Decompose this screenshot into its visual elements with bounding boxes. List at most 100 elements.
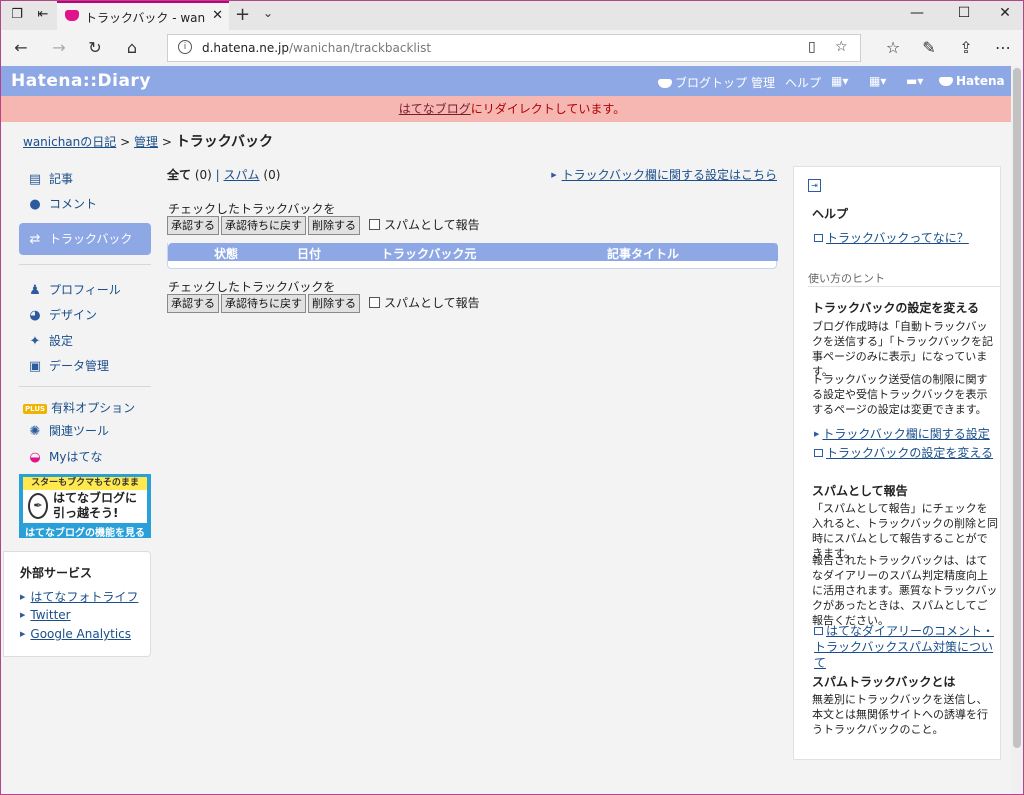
forward-icon[interactable]: → xyxy=(47,37,71,59)
delete-button[interactable]: 削除する xyxy=(308,294,360,313)
sidebar-item-profile[interactable]: ♟ プロフィール xyxy=(19,281,151,305)
bulk-action-row-top: 承認する 承認待ちに戻す 削除する スパムとして報告 xyxy=(167,216,480,236)
delete-button[interactable]: 削除する xyxy=(308,216,360,235)
help-section-settings-title: トラックバックの設定を変える xyxy=(812,301,980,315)
browser-window: ❐ ⇤ トラックバック - wanichan( ✕ + ⌄ — ☐ ✕ ← → … xyxy=(0,0,1024,795)
sidebar-item-tools[interactable]: ✺ 関連ツール xyxy=(19,422,151,446)
page-content: wanichanの日記 > 管理 > トラックバック ▤ 記事 ● コメント ⇄ トラ… xyxy=(1,122,1023,794)
hatena-blog-link[interactable]: はてなブログ xyxy=(399,102,471,116)
collapse-panel-icon[interactable]: ⇥ xyxy=(808,179,821,192)
palette-icon: ◕ xyxy=(29,308,41,323)
notification-icon[interactable]: ▬▾ xyxy=(906,74,923,88)
share-icon[interactable]: ⇪ xyxy=(954,37,978,59)
more-icon[interactable]: ⋯ xyxy=(991,37,1015,59)
approve-button[interactable]: 承認する xyxy=(167,216,219,235)
url-text: d.hatena.ne.jp/wanichan/trackbacklist xyxy=(202,41,432,55)
refresh-icon[interactable]: ↻ xyxy=(83,37,107,59)
favorites-list-icon[interactable]: ☆ xyxy=(881,37,905,59)
help-link[interactable]: ヘルプ xyxy=(785,74,821,91)
sidebar-item-trackback[interactable]: ⇄ トラックバック xyxy=(19,223,151,255)
filter-spam[interactable]: スパム xyxy=(224,168,260,182)
sidebar-divider xyxy=(19,386,151,387)
usage-hint-heading: 使い方のヒント xyxy=(808,270,1000,287)
help-what-is-trackback-link[interactable]: トラックバックってなに？ xyxy=(814,229,969,246)
external-link-fotolife[interactable]: ▶ はてなフォトライフ xyxy=(20,588,138,605)
external-link-google-analytics[interactable]: ▶ Google Analytics xyxy=(20,627,131,641)
banner-body: ✒ はてなブログに 引っ越そう! xyxy=(23,490,147,523)
close-window-icon[interactable]: ✕ xyxy=(985,5,1023,21)
manage-link[interactable]: 管理 xyxy=(751,74,775,91)
close-tab-icon[interactable]: ✕ xyxy=(212,8,223,23)
sidebar-item-settings[interactable]: ✦ 設定 xyxy=(19,332,151,356)
hatena-account-link[interactable]: Hatena xyxy=(939,74,1005,88)
hat-icon xyxy=(939,77,953,86)
external-link-twitter[interactable]: ▶ Twitter xyxy=(20,608,71,622)
hatena-header: Hatena::Diary ブログトップ 管理 ヘルプ ▦▾ ▦▾ ▬▾ Hat… xyxy=(1,66,1023,96)
approve-button[interactable]: 承認する xyxy=(167,294,219,313)
new-tab-icon[interactable]: + xyxy=(235,4,250,25)
plus-badge: PLUS xyxy=(23,404,48,414)
scrollbar-thumb[interactable] xyxy=(1013,68,1021,748)
sidebar-item-data[interactable]: ▣ データ管理 xyxy=(19,357,151,381)
breadcrumb-diary[interactable]: wanichanの日記 xyxy=(23,135,116,149)
help-trackback-settings-link[interactable]: ▶ トラックバック欄に関する設定 xyxy=(814,425,990,442)
apps-grid-icon[interactable]: ▦▾ xyxy=(869,74,886,88)
favorite-star-icon[interactable]: ☆ xyxy=(835,39,848,55)
sidebar-item-my-hatena[interactable]: ◒ Myはてな xyxy=(19,448,151,472)
minimize-icon[interactable]: — xyxy=(897,5,937,21)
home-icon[interactable]: ⌂ xyxy=(120,37,144,59)
spam-report-checkbox[interactable] xyxy=(369,219,380,230)
banner-heading: はてなブログに 引っ越そう! xyxy=(53,491,138,520)
help-section-spam-title: スパムとして報告 xyxy=(812,484,908,498)
hatena-favicon-icon xyxy=(65,10,79,21)
sidebar-item-paid-options[interactable]: PLUS 有料オプション xyxy=(19,399,151,423)
hatena-blog-banner[interactable]: スターもブクマもそのまま ✒ はてなブログに 引っ越そう! はてなブログの機能を見… xyxy=(19,474,151,539)
help-section-spam-trackback-p: 無差別にトラックバックを送信し、本文とは無関係サイトへの誘導を行うトラックバック… xyxy=(812,693,988,736)
color-menu-icon[interactable]: ▦▾ xyxy=(831,74,848,88)
address-bar[interactable]: i d.hatena.ne.jp/wanichan/trackbacklist … xyxy=(167,34,861,62)
help-section-settings-p1: ブログ作成時は「自動トラックバックを送信する」「トラックバックを記事ページのみに… xyxy=(812,320,993,378)
reading-view-icon[interactable]: ▯ xyxy=(808,39,816,55)
chevron-down-icon[interactable]: ⌄ xyxy=(263,6,273,20)
notes-pen-icon[interactable]: ✎ xyxy=(917,37,941,59)
external-link-icon xyxy=(814,449,823,457)
maximize-icon[interactable]: ☐ xyxy=(944,5,984,21)
swap-arrows-icon: ⇄ xyxy=(29,232,41,247)
external-link-icon xyxy=(814,234,823,242)
back-icon[interactable]: ← xyxy=(9,37,33,59)
bulk-action-label: チェックしたトラックバックを xyxy=(168,280,336,294)
breadcrumb: wanichanの日記 > 管理 > トラックバック xyxy=(23,134,274,150)
help-panel: ⇥ ヘルプ トラックバックってなに？ 使い方のヒント トラックバックの設定を変え… xyxy=(793,166,1001,760)
return-pending-button[interactable]: 承認待ちに戻す xyxy=(221,216,306,235)
hat-icon: ◒ xyxy=(29,450,41,465)
breadcrumb-manage[interactable]: 管理 xyxy=(134,135,158,149)
banner-tagline: スターもブクマもそのまま xyxy=(23,477,147,490)
help-change-settings-link[interactable]: トラックバックの設定を変える xyxy=(814,444,993,461)
address-toolbar: ← → ↻ ⌂ i d.hatena.ne.jp/wanichan/trackb… xyxy=(1,30,1023,66)
triangle-right-icon: ▶ xyxy=(20,611,26,619)
help-spam-measures-link[interactable]: はてなダイアリーのコメント・トラックバックスパム対策について xyxy=(814,623,994,671)
user-icon: ♟ xyxy=(29,283,41,298)
gear-icon: ✺ xyxy=(29,424,41,439)
triangle-right-icon: ▶ xyxy=(814,430,820,438)
vertical-scrollbar[interactable] xyxy=(1011,66,1023,794)
blog-top-link[interactable]: ブログトップ xyxy=(658,74,747,91)
sidebar-item-design[interactable]: ◕ デザイン xyxy=(19,306,151,330)
spam-report-checkbox[interactable] xyxy=(369,297,380,308)
hatena-diary-logo[interactable]: Hatena::Diary xyxy=(11,71,151,91)
hat-icon xyxy=(658,79,672,88)
site-info-icon[interactable]: i xyxy=(178,40,192,54)
banner-cta: はてなブログの機能を見る xyxy=(25,528,145,539)
triangle-right-icon: ▶ xyxy=(551,171,557,179)
trackback-settings-link[interactable]: ▶ トラックバック欄に関する設定はこちら xyxy=(551,166,777,183)
help-section-settings-p2: トラックバック送受信の制限に関する設定や受信トラックバックを表示するページの設定… xyxy=(812,373,988,416)
set-aside-tabs-icon[interactable]: ⇤ xyxy=(33,6,53,24)
filter-all[interactable]: 全て xyxy=(167,168,191,182)
tab-trackback[interactable]: トラックバック - wanichan( ✕ xyxy=(57,1,229,30)
bulk-action-row-bottom: 承認する 承認待ちに戻す 削除する スパムとして報告 xyxy=(167,294,480,314)
sidebar-item-articles[interactable]: ▤ 記事 xyxy=(19,170,151,194)
return-pending-button[interactable]: 承認待ちに戻す xyxy=(221,294,306,313)
sidebar-item-comments[interactable]: ● コメント xyxy=(19,195,151,219)
tab-actions-icon[interactable]: ❐ xyxy=(7,6,27,24)
column-source: トラックバック元 xyxy=(381,247,477,261)
